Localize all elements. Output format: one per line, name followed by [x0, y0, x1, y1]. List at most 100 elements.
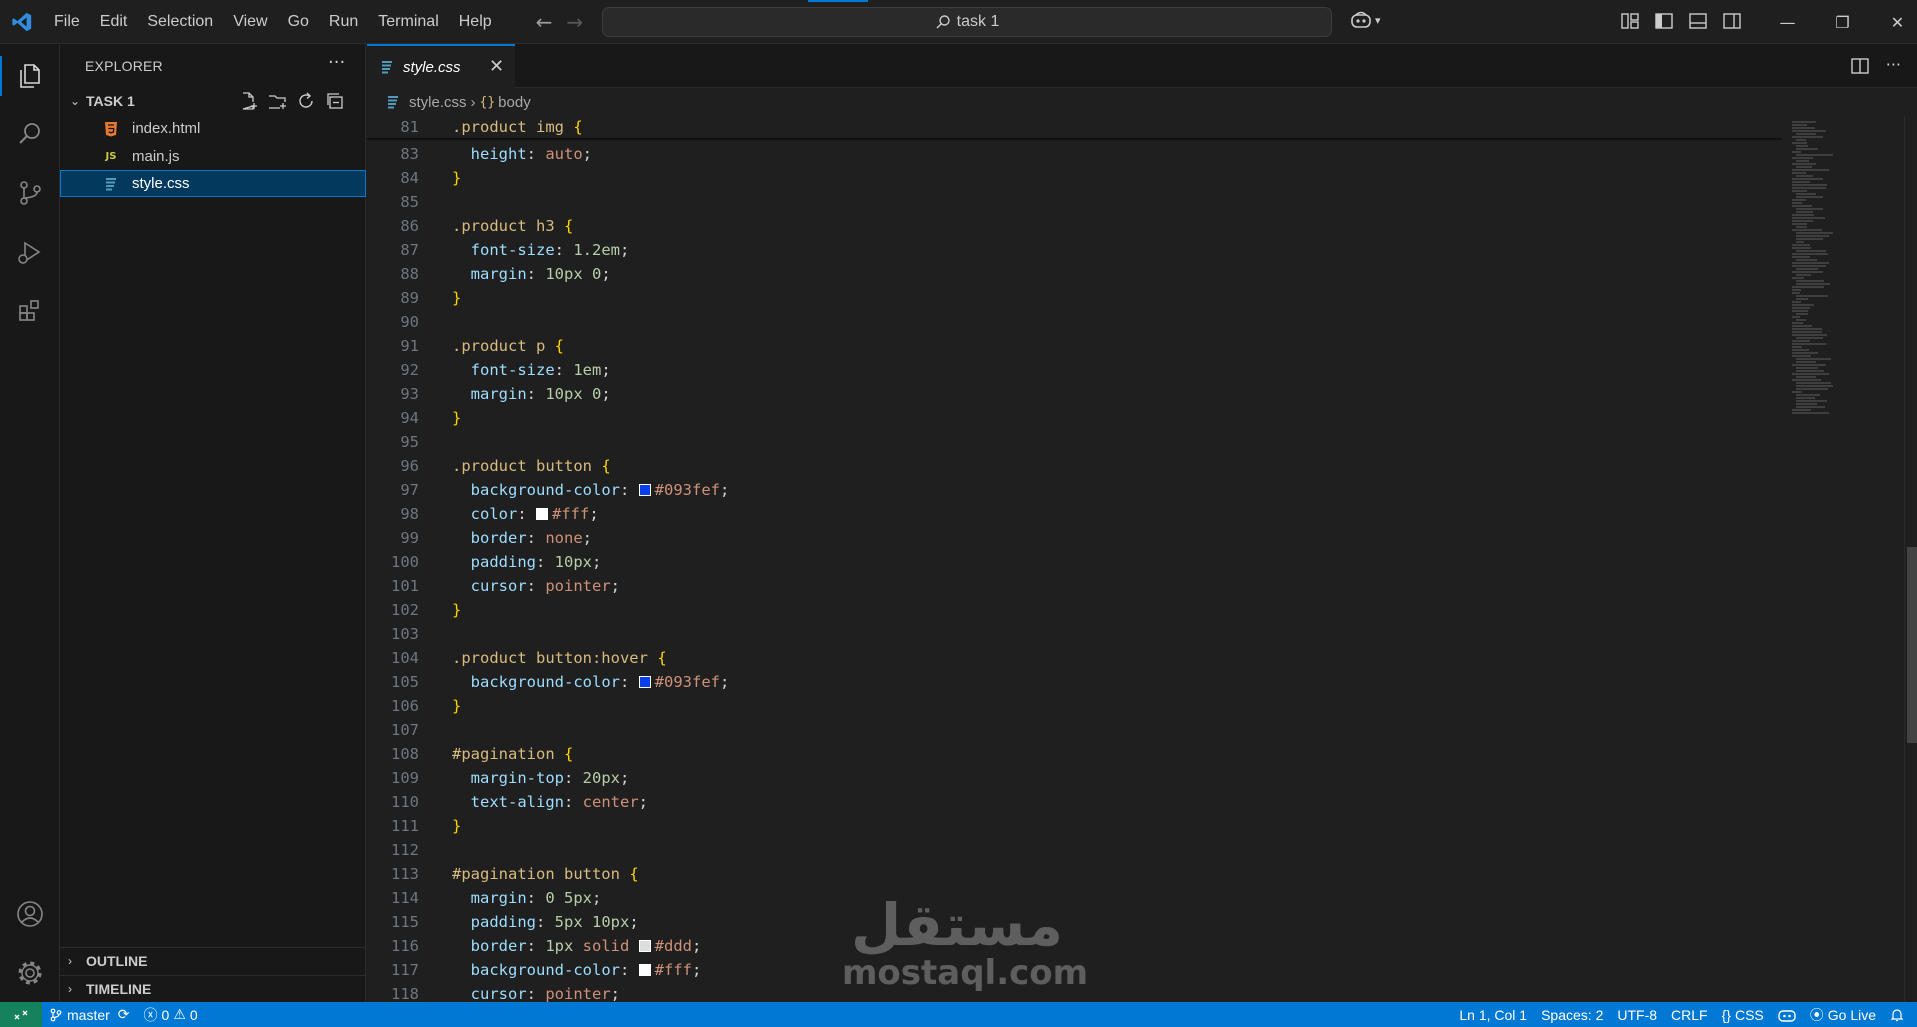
code-line[interactable]: 94} [367, 406, 1782, 430]
problems-status[interactable]: ⓧ 0 ⚠ 0 [137, 1005, 205, 1025]
code-line[interactable]: 109 margin-top: 20px; [367, 766, 1782, 790]
menu-view[interactable]: View [223, 0, 277, 44]
breadcrumb-file[interactable]: style.css [409, 94, 467, 111]
menu-go[interactable]: Go [278, 0, 319, 44]
source-control-activity[interactable] [0, 165, 60, 221]
minimap-line [1796, 280, 1824, 282]
code-line[interactable]: 100 padding: 10px; [367, 550, 1782, 574]
collapse-all-icon[interactable] [325, 91, 345, 111]
run-debug-activity[interactable] [0, 224, 60, 280]
file-item-index-html[interactable]: index.html [60, 115, 366, 142]
code-line[interactable]: 90 [367, 310, 1782, 334]
menu-run[interactable]: Run [319, 0, 368, 44]
encoding[interactable]: UTF-8 [1610, 1007, 1664, 1023]
code-line[interactable]: 99 border: none; [367, 526, 1782, 550]
vertical-scrollbar[interactable] [1904, 115, 1917, 1002]
toggle-panel-icon[interactable] [1688, 11, 1708, 31]
minimap-line [1796, 397, 1815, 399]
more-actions-icon[interactable]: ··· [1886, 56, 1901, 76]
go-live-button[interactable]: ⦿ Go Live [1803, 1005, 1883, 1025]
extensions-activity[interactable] [0, 283, 60, 339]
minimap-line [1796, 382, 1831, 384]
command-center-search[interactable]: task 1 [602, 7, 1332, 37]
code-line[interactable]: 81 .product img { [367, 115, 1782, 139]
code-line[interactable]: 88 margin: 10px 0; [367, 262, 1782, 286]
code-line[interactable]: 108 #pagination { [367, 742, 1782, 766]
customize-layout-icon[interactable] [1620, 11, 1640, 31]
menu-edit[interactable]: Edit [90, 0, 138, 44]
code-line[interactable]: 115 padding: 5px 10px; [367, 910, 1782, 934]
close-window-icon[interactable]: ✕ [1870, 0, 1917, 44]
restore-icon[interactable]: ❐ [1815, 0, 1870, 44]
code-line[interactable]: 102} [367, 598, 1782, 622]
code-token: center [582, 793, 639, 811]
search-activity[interactable] [0, 106, 60, 162]
code-line[interactable]: 98 color: #fff; [367, 502, 1782, 526]
code-line[interactable]: 83 height: auto; [367, 142, 1782, 166]
code-line[interactable]: 89} [367, 286, 1782, 310]
menu-file[interactable]: File [44, 0, 90, 44]
code-line[interactable]: 86 .product h3 { [367, 214, 1782, 238]
code-line[interactable]: 84} [367, 166, 1782, 190]
more-actions-icon[interactable]: ··· [328, 52, 345, 73]
close-icon[interactable]: ✕ [489, 56, 504, 77]
refresh-icon[interactable] [296, 91, 316, 111]
branch-status[interactable]: master ⟳ [42, 1006, 137, 1023]
code-editor[interactable]: 81 .product img { 83 height: auto; 84} 85 86.… [367, 115, 1917, 1002]
code-line[interactable]: 114 margin: 0 5px; [367, 886, 1782, 910]
back-arrow-icon[interactable]: ← [536, 10, 553, 34]
toggle-primary-sidebar-icon[interactable] [1654, 11, 1674, 31]
code-line[interactable]: 106} [367, 694, 1782, 718]
folder-header[interactable]: ⌄ TASK 1 [60, 89, 366, 113]
line-ending[interactable]: CRLF [1664, 1007, 1715, 1023]
minimize-icon[interactable]: — [1760, 0, 1815, 44]
explorer-activity[interactable] [0, 48, 60, 104]
code-line[interactable]: 85 [367, 190, 1782, 214]
copilot-status[interactable] [1771, 1008, 1803, 1022]
language-label: CSS [1734, 1006, 1764, 1023]
line-number: 103 [391, 625, 419, 643]
menu-selection[interactable]: Selection [137, 0, 223, 44]
accounts-activity[interactable] [0, 886, 60, 942]
file-item-style-css[interactable]: style.css [60, 170, 366, 197]
menu-terminal[interactable]: Terminal [368, 0, 448, 44]
code-line[interactable]: 107 [367, 718, 1782, 742]
timeline-section-header[interactable]: › TIMELINE [60, 975, 366, 1002]
file-item-main-js[interactable]: JS main.js [60, 143, 366, 170]
code-line[interactable]: 112 [367, 838, 1782, 862]
code-line[interactable]: 95 [367, 430, 1782, 454]
toggle-secondary-sidebar-icon[interactable] [1722, 11, 1742, 31]
remote-indicator[interactable] [0, 1002, 42, 1027]
vscode-logo-icon[interactable] [0, 0, 44, 44]
scrollbar-thumb[interactable] [1907, 547, 1917, 743]
code-line[interactable]: 105 background-color: #093fef; [367, 670, 1782, 694]
new-file-icon[interactable] [238, 91, 258, 111]
split-editor-icon[interactable] [1850, 56, 1870, 76]
breadcrumb-symbol[interactable]: body [498, 94, 531, 111]
manage-activity[interactable] [0, 945, 60, 1001]
tab-style-css[interactable]: style.css ✕ [367, 44, 515, 88]
new-folder-icon[interactable] [267, 91, 287, 111]
menu-help[interactable]: Help [449, 0, 502, 44]
cursor-position[interactable]: Ln 1, Col 1 [1452, 1007, 1534, 1023]
copilot-menu[interactable]: ▾ [1350, 10, 1381, 30]
code-line[interactable]: 104 .product button:hover { [367, 646, 1782, 670]
outline-section-header[interactable]: › OUTLINE [60, 947, 366, 974]
code-line[interactable]: 111} [367, 814, 1782, 838]
minimap[interactable] [1782, 115, 1904, 1002]
code-line[interactable]: 91 .product p { [367, 334, 1782, 358]
code-line[interactable]: 103 [367, 622, 1782, 646]
code-line[interactable]: 101 cursor: pointer; [367, 574, 1782, 598]
code-line[interactable]: 87 font-size: 1.2em; [367, 238, 1782, 262]
code-line[interactable]: 113 #pagination button { [367, 862, 1782, 886]
language-mode[interactable]: {} CSS [1715, 1007, 1771, 1023]
indentation[interactable]: Spaces: 2 [1534, 1007, 1610, 1023]
forward-arrow-icon[interactable]: → [566, 10, 583, 34]
code-line[interactable]: 93 margin: 10px 0; [367, 382, 1782, 406]
code-line[interactable]: 96 .product button { [367, 454, 1782, 478]
code-line[interactable]: 92 font-size: 1em; [367, 358, 1782, 382]
code-line[interactable]: 97 background-color: #093fef; [367, 478, 1782, 502]
code-line[interactable]: 110 text-align: center; [367, 790, 1782, 814]
notifications-bell[interactable] [1883, 1008, 1911, 1022]
